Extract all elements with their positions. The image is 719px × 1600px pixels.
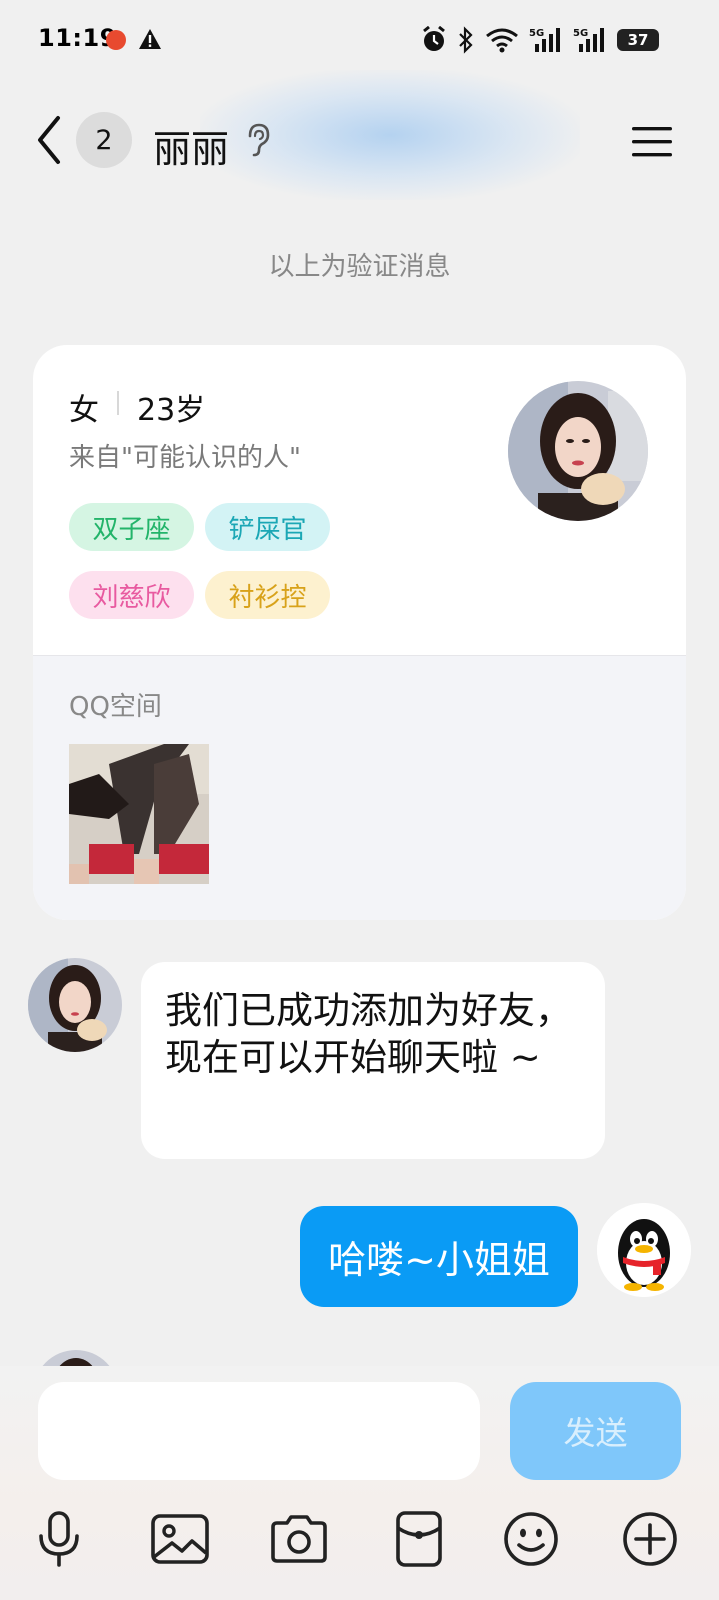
image-icon[interactable] [149, 1508, 211, 1570]
profile-avatar[interactable] [508, 381, 648, 521]
signal-5g-icon: 5G [529, 28, 560, 52]
qzone-photo[interactable] [69, 744, 209, 884]
verification-note: 以上为验证消息 [268, 252, 451, 282]
message-input[interactable] [38, 1382, 480, 1480]
tag-chip[interactable]: 衬衫控 [205, 571, 330, 619]
app-notification-icon [106, 30, 126, 50]
emoji-icon[interactable] [500, 1508, 562, 1570]
svg-text:5G: 5G [529, 28, 544, 39]
unread-count-badge[interactable]: 2 [76, 112, 132, 168]
wifi-icon [486, 28, 518, 53]
tag-chip[interactable]: 铲屎官 [205, 503, 330, 551]
qzone-section[interactable]: QQ空间 [33, 655, 686, 920]
outgoing-message-bubble[interactable]: 哈喽~小姐姐 [300, 1206, 578, 1307]
alarm-icon [423, 26, 445, 51]
gender-label: 女 [69, 393, 99, 428]
friend-source: 来自"可能认识的人" [69, 443, 301, 473]
qzone-label: QQ空间 [69, 692, 162, 722]
contact-avatar[interactable] [28, 958, 122, 1052]
my-avatar-penguin[interactable] [597, 1203, 691, 1297]
status-indicators: 5G 5G 37 [421, 24, 659, 56]
red-packet-icon[interactable] [388, 1508, 450, 1570]
battery-icon: 37 [617, 29, 659, 51]
profile-card[interactable]: 女 23岁 来自"可能认识的人" 双子座 铲屎官 刘慈欣 衬衫控 QQ空间 [33, 345, 686, 920]
camera-icon[interactable] [268, 1508, 330, 1570]
tag-chip[interactable]: 刘慈欣 [69, 571, 194, 619]
composer-bar: 发送 [0, 1366, 719, 1600]
bluetooth-icon [459, 26, 473, 54]
age-label: 23岁 [137, 393, 206, 428]
tag-chip[interactable]: 双子座 [69, 503, 194, 551]
status-bar: 11:19 5G 5G 37 [0, 0, 719, 80]
signal-5g-icon: 5G [573, 28, 604, 52]
menu-icon[interactable] [630, 124, 674, 160]
warning-icon [139, 29, 161, 49]
divider [117, 391, 119, 415]
plus-icon[interactable] [619, 1508, 681, 1570]
incoming-message-bubble[interactable]: 我们已成功添加为好友，现在可以开始聊天啦 ~ [141, 962, 605, 1159]
svg-text:5G: 5G [573, 28, 588, 39]
microphone-icon[interactable] [28, 1508, 90, 1570]
send-button[interactable]: 发送 [510, 1382, 681, 1480]
ear-icon[interactable] [244, 122, 272, 158]
chat-title[interactable]: 丽丽 [153, 118, 229, 173]
back-chevron-icon[interactable] [30, 112, 70, 168]
